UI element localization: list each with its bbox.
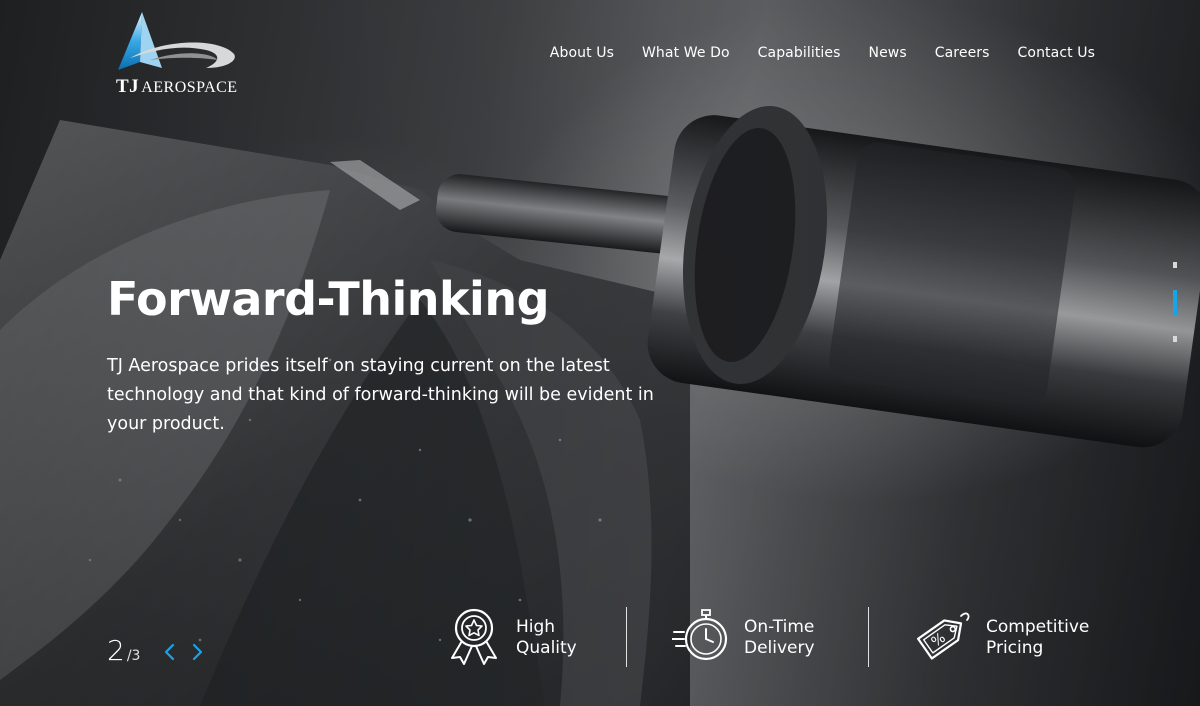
hero-headline: Forward-Thinking bbox=[107, 272, 550, 326]
nav-about-us[interactable]: About Us bbox=[550, 45, 614, 61]
site-logo[interactable]: TJ AEROSPACE bbox=[110, 10, 240, 102]
next-slide-button[interactable] bbox=[189, 642, 205, 662]
feature-label: Competitive Pricing bbox=[986, 617, 1089, 659]
chevron-left-icon bbox=[164, 643, 175, 661]
feature-line-2: Pricing bbox=[986, 638, 1044, 658]
feature-divider bbox=[626, 607, 627, 667]
slide-counter: 2/3 bbox=[107, 634, 140, 667]
nav-news[interactable]: News bbox=[869, 45, 907, 61]
feature-competitive-pricing: % Competitive Pricing bbox=[913, 606, 1103, 668]
nav-careers[interactable]: Careers bbox=[935, 45, 990, 61]
logo-initials: TJ bbox=[116, 76, 140, 97]
feature-high-quality: High Quality bbox=[446, 606, 596, 668]
hero-description: TJ Aerospace prides itself on staying cu… bbox=[107, 356, 654, 434]
logo-wordmark: TJ AEROSPACE bbox=[116, 76, 238, 98]
feature-on-time-delivery: On-Time Delivery bbox=[672, 606, 832, 668]
price-tag-icon: % bbox=[916, 612, 970, 660]
chevron-right-icon bbox=[192, 643, 203, 661]
nav-contact-us[interactable]: Contact Us bbox=[1018, 45, 1095, 61]
slide-current: 2 bbox=[107, 634, 125, 667]
feature-line-2: Delivery bbox=[744, 638, 815, 658]
previous-slide-button[interactable] bbox=[162, 642, 178, 662]
feature-line-1: High bbox=[516, 617, 556, 637]
nav-capabilities[interactable]: Capabilities bbox=[758, 45, 841, 61]
feature-label: On-Time Delivery bbox=[744, 617, 815, 659]
feature-line-1: Competitive bbox=[986, 617, 1090, 637]
feature-line-1: On-Time bbox=[744, 617, 815, 637]
feature-label: High Quality bbox=[516, 617, 577, 659]
slide-dot-3[interactable] bbox=[1173, 336, 1177, 342]
feature-divider bbox=[868, 607, 869, 667]
slide-dot-2[interactable] bbox=[1173, 290, 1177, 316]
logo-word: AEROSPACE bbox=[141, 79, 238, 96]
hero-section: TJ AEROSPACE About Us What We Do Capabili… bbox=[0, 0, 1200, 706]
slide-total: 3 bbox=[131, 648, 141, 664]
slide-dot-1[interactable] bbox=[1173, 262, 1177, 268]
feature-line-2: Quality bbox=[516, 638, 577, 658]
logo-mark-icon bbox=[118, 12, 235, 70]
stopwatch-icon bbox=[672, 609, 728, 661]
main-nav: About Us What We Do Capabilities News Ca… bbox=[550, 45, 1095, 61]
award-ribbon-icon bbox=[451, 608, 497, 665]
nav-what-we-do[interactable]: What We Do bbox=[642, 45, 730, 61]
